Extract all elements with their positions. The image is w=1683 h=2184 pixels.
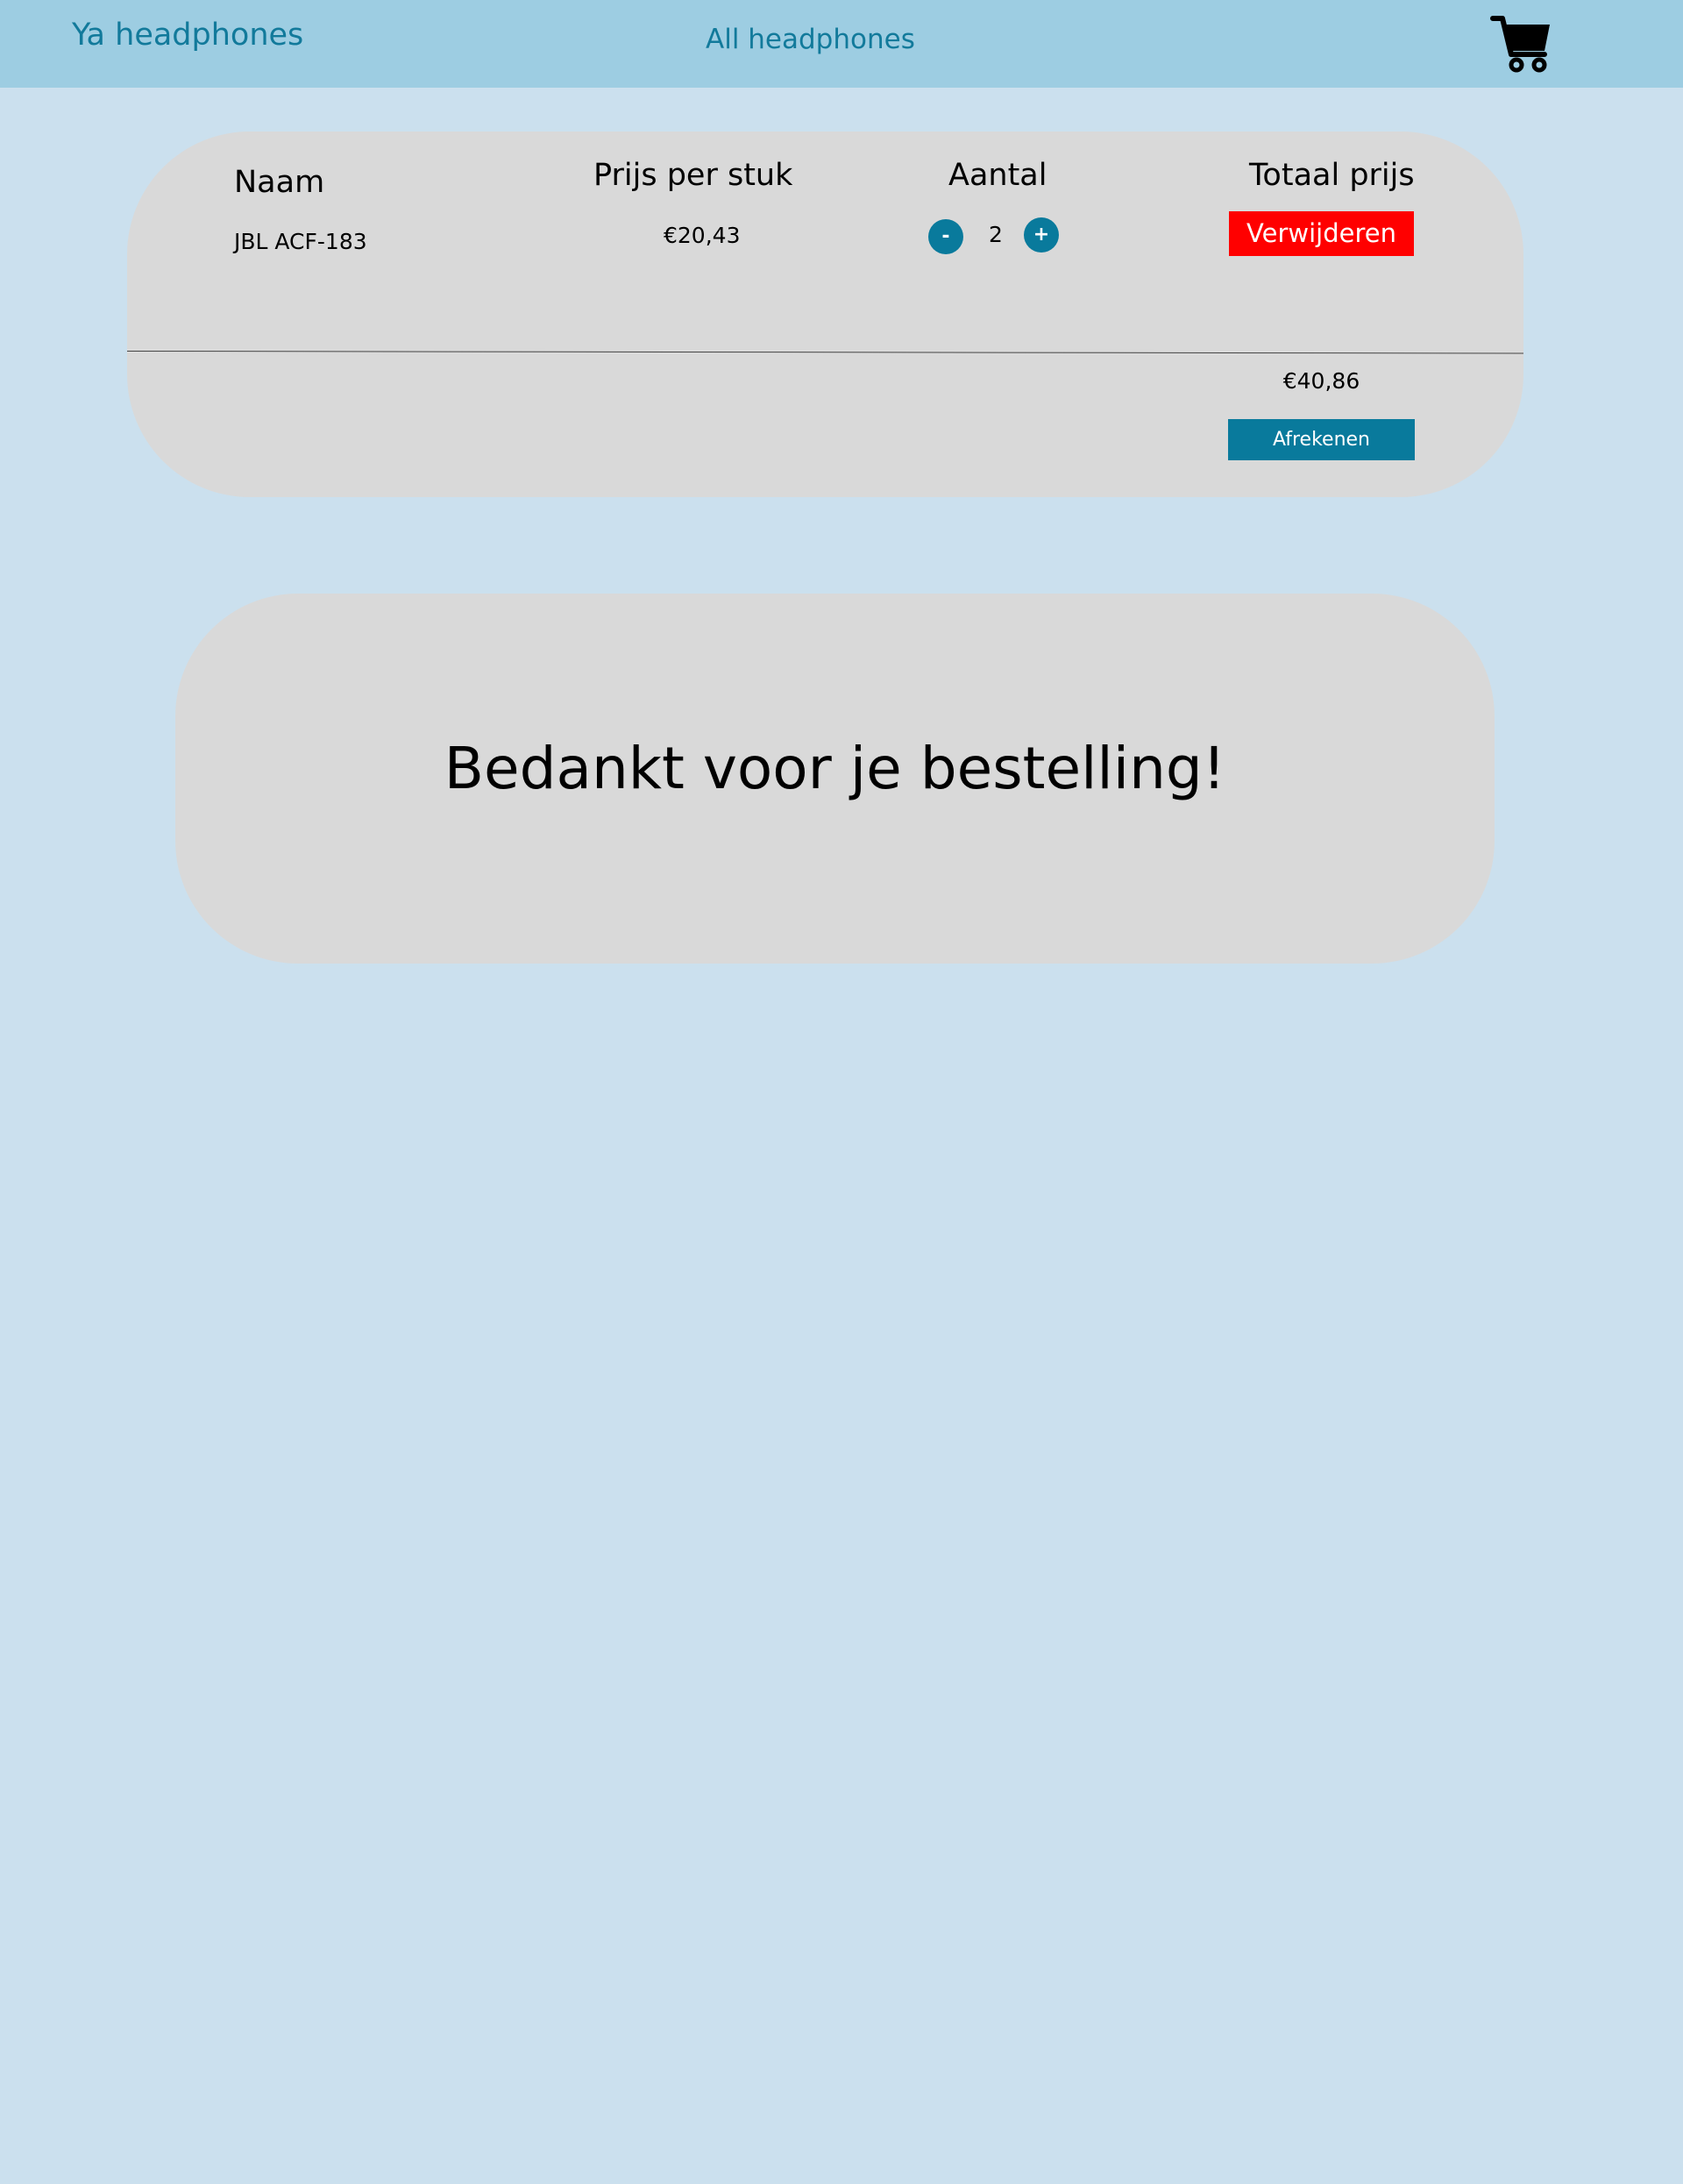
all-headphones-link[interactable]: All headphones [706,24,915,55]
cart-link[interactable] [1490,12,1553,75]
brand-link[interactable]: Ya headphones [72,18,303,53]
column-header-name: Naam [234,165,325,200]
checkout-button[interactable]: Afrekenen [1228,419,1415,460]
cart-total: €40,86 [1282,368,1360,394]
decrease-quantity-button[interactable]: - [928,219,963,254]
cart-panel: Naam Prijs per stuk Aantal Totaal prijs … [126,132,1523,497]
remove-item-button[interactable]: Verwijderen [1229,211,1414,256]
order-confirmation-panel: Bedankt voor je bestelling! [175,594,1495,964]
column-header-total-price: Totaal prijs [1249,158,1415,193]
shopping-cart-icon [1490,16,1550,73]
column-header-unit-price: Prijs per stuk [593,158,793,193]
column-header-quantity: Aantal [948,158,1047,193]
item-unit-price: €20,43 [664,223,741,248]
order-confirmation-message: Bedankt voor je bestelling! [444,735,1226,802]
cart-divider [126,351,1523,354]
item-quantity: 2 [989,222,1003,247]
increase-quantity-button[interactable]: + [1024,217,1059,253]
navbar: Ya headphones All headphones [0,0,1683,88]
item-name: JBL ACF-183 [234,229,367,254]
